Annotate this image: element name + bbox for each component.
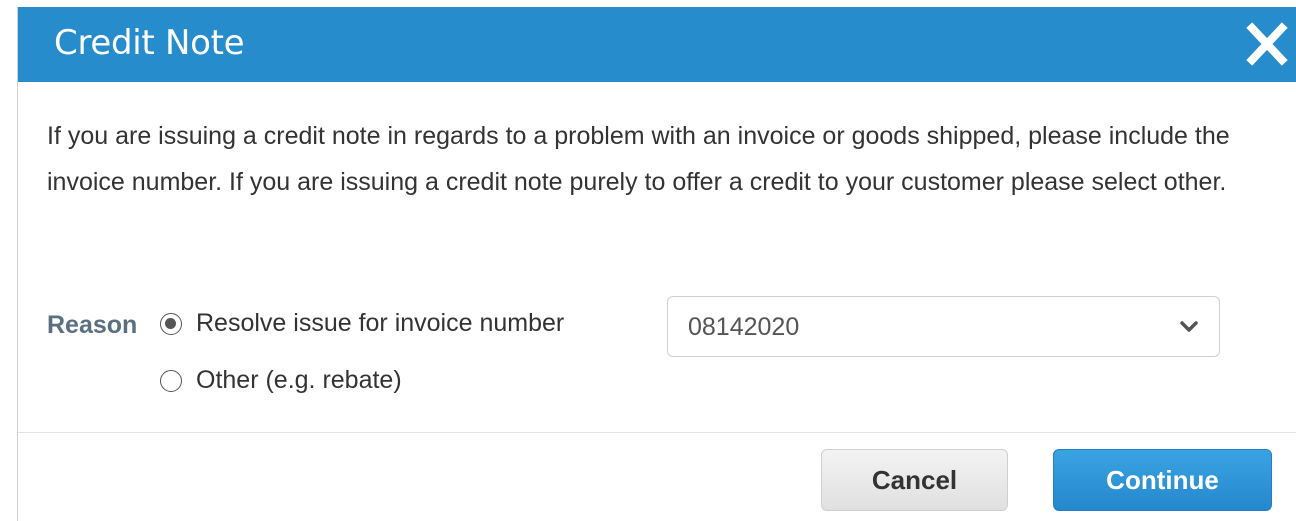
reason-label: Reason	[47, 311, 138, 339]
chevron-down-icon	[1180, 321, 1198, 332]
radio-option-other[interactable]: Other (e.g. rebate)	[160, 366, 402, 395]
close-button[interactable]	[1244, 20, 1290, 68]
invoice-number-value: 08142020	[688, 313, 800, 341]
cancel-button[interactable]: Cancel	[821, 449, 1008, 511]
radio-option-invoice[interactable]: Resolve issue for invoice number	[160, 309, 564, 338]
invoice-number-select[interactable]: 08142020	[667, 296, 1220, 357]
radio-button-other[interactable]	[160, 369, 182, 392]
footer-divider	[18, 432, 1296, 433]
radio-button-invoice[interactable]	[160, 312, 182, 335]
credit-note-dialog: Credit Note If you are issuing a credit …	[17, 7, 1296, 521]
radio-option-other-label: Other (e.g. rebate)	[196, 366, 402, 394]
radio-option-invoice-label: Resolve issue for invoice number	[196, 309, 565, 337]
dialog-description: If you are issuing a credit note in rega…	[47, 122, 1230, 196]
dialog-header: Credit Note	[18, 7, 1296, 82]
continue-button[interactable]: Continue	[1053, 449, 1272, 511]
close-icon	[1246, 22, 1288, 66]
dialog-title: Credit Note	[54, 23, 245, 63]
